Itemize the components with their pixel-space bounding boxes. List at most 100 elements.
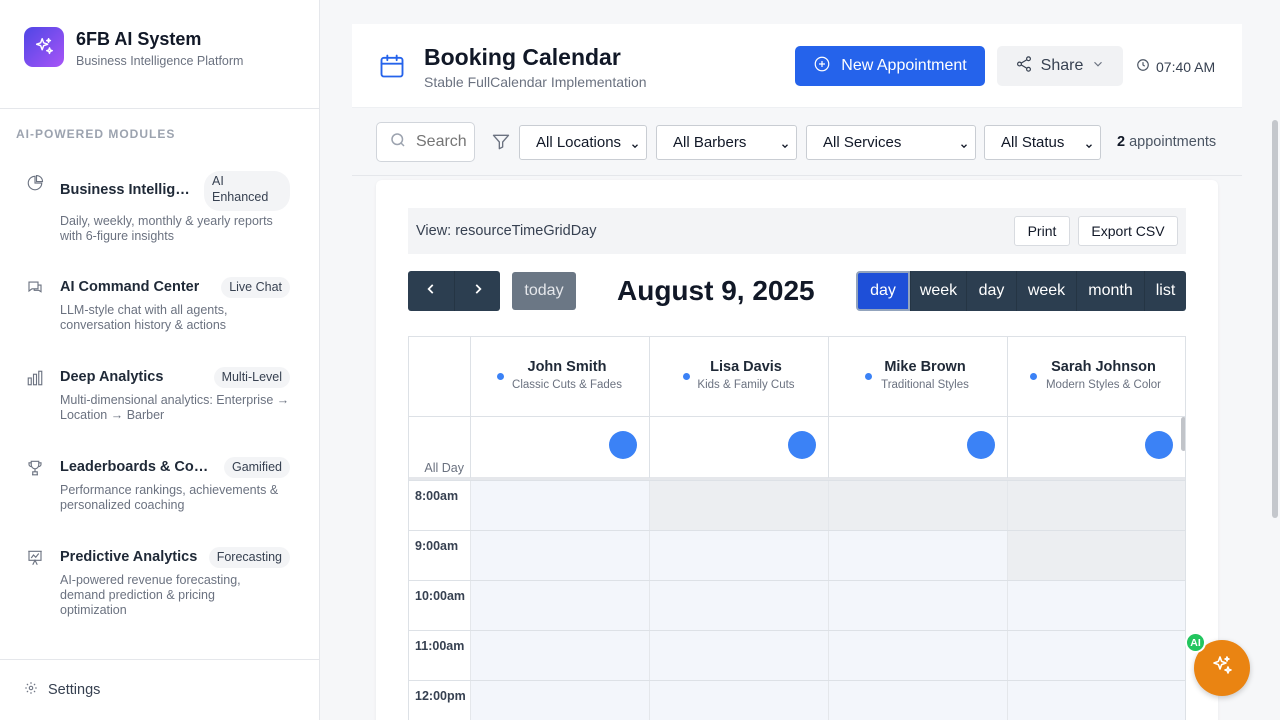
filter-bar: All Locations All Barbers All Services A… <box>352 108 1242 176</box>
view-bar: View: resourceTimeGridDay Print Export C… <box>408 208 1186 254</box>
location-select[interactable]: All Locations <box>519 125 647 160</box>
resource-header-mike-brown[interactable]: Mike Brown Traditional Styles <box>828 337 1007 416</box>
time-slot-cell[interactable] <box>828 581 1007 631</box>
all-day-row: All Day <box>409 416 1185 480</box>
module-badge: Forecasting <box>208 547 290 568</box>
event-dot[interactable] <box>788 431 816 459</box>
view-week-button[interactable]: week <box>910 271 966 311</box>
sparkles-logo-icon <box>24 27 64 67</box>
grid-scrollbar[interactable] <box>1181 417 1185 451</box>
time-slot-cell[interactable] <box>649 531 828 581</box>
brand-subtitle: Business Intelligence Platform <box>76 54 244 68</box>
today-button[interactable]: today <box>512 272 576 310</box>
time-slot-row: 9:00am <box>409 530 1185 581</box>
sidebar: 6FB AI System Business Intelligence Plat… <box>0 0 320 720</box>
page-scrollbar[interactable] <box>1272 120 1278 518</box>
event-dot[interactable] <box>967 431 995 459</box>
export-csv-button[interactable]: Export CSV <box>1078 216 1178 246</box>
service-select[interactable]: All Services <box>806 125 976 160</box>
chevron-right-icon <box>471 282 485 301</box>
resource-name: John Smith <box>527 359 607 375</box>
location-select-value: All Locations <box>536 134 622 151</box>
resource-header-john-smith[interactable]: John Smith Classic Cuts & Fades <box>470 337 649 416</box>
chevron-left-icon <box>424 282 438 301</box>
brand[interactable]: 6FB AI System Business Intelligence Plat… <box>24 27 243 68</box>
status-select[interactable]: All Status <box>984 125 1101 160</box>
module-description: AI-powered revenue forecasting, demand p… <box>60 573 241 617</box>
time-slot-cell[interactable] <box>470 631 649 681</box>
time-slot-cell[interactable] <box>1007 681 1185 720</box>
share-button[interactable]: Share <box>997 46 1123 86</box>
all-day-cell[interactable] <box>470 417 649 478</box>
time-slot-cell[interactable] <box>470 481 649 531</box>
chevron-down-icon <box>1084 138 1094 155</box>
next-button[interactable] <box>454 271 500 311</box>
module-name: Business Intelligen… <box>60 182 196 198</box>
module-badge: Gamified <box>223 457 290 478</box>
time-slot-cell[interactable] <box>828 631 1007 681</box>
time-slot-cell[interactable] <box>649 681 828 720</box>
share-label: Share <box>1040 57 1084 74</box>
event-dot[interactable] <box>609 431 637 459</box>
resource-specialty: Classic Cuts & Fades <box>512 379 622 391</box>
bar-chart-icon <box>26 369 48 391</box>
status-select-value: All Status <box>1001 134 1065 151</box>
view-day-button[interactable]: day <box>856 271 910 311</box>
time-label: 11:00am <box>415 639 465 653</box>
time-slot-cell[interactable] <box>649 631 828 681</box>
module-description: Performance rankings, achievements & per… <box>60 483 279 512</box>
settings-label: Settings <box>48 682 101 698</box>
time-slot-cell[interactable] <box>828 681 1007 720</box>
event-dot[interactable] <box>1145 431 1173 459</box>
appointment-count-number: 2 <box>1117 134 1126 150</box>
appointment-count-label: appointments <box>1129 134 1217 150</box>
time-slot-cell[interactable] <box>1007 581 1185 631</box>
time-label: 9:00am <box>415 539 459 553</box>
all-day-cell[interactable] <box>1007 417 1185 478</box>
settings-link[interactable]: Settings <box>24 681 100 699</box>
clock-icon <box>1136 58 1150 75</box>
time-slot-cell[interactable] <box>1007 481 1185 531</box>
module-leaderboards[interactable]: Leaderboards & Coac… Gamified Performanc… <box>26 457 296 519</box>
page-header: Booking Calendar Stable FullCalendar Imp… <box>352 24 1242 108</box>
section-label: AI-POWERED MODULES <box>16 127 176 141</box>
time-slot-cell[interactable] <box>470 581 649 631</box>
resource-header-sarah-johnson[interactable]: Sarah Johnson Modern Styles & Color <box>1007 337 1185 416</box>
plus-circle-icon <box>813 55 831 78</box>
time-slot-cell[interactable] <box>828 481 1007 531</box>
module-business-intelligence[interactable]: Business Intelligen… AI Enhanced Daily, w… <box>26 171 296 244</box>
time-slot-cell[interactable] <box>470 681 649 720</box>
print-button[interactable]: Print <box>1014 216 1070 246</box>
view-day-button[interactable]: day <box>966 271 1016 311</box>
barber-select[interactable]: All Barbers <box>656 125 797 160</box>
search-icon <box>389 131 407 154</box>
search-field[interactable] <box>376 122 475 162</box>
divider <box>0 659 319 660</box>
view-label: View: resourceTimeGridDay <box>416 223 597 239</box>
new-appointment-button[interactable]: New Appointment <box>795 46 985 86</box>
prev-button[interactable] <box>408 271 454 311</box>
chevron-down-icon <box>1091 57 1105 76</box>
search-input[interactable] <box>416 133 466 151</box>
module-deep-analytics[interactable]: Deep Analytics Multi-Level Multi-dimensi… <box>26 367 296 429</box>
time-slot-cell[interactable] <box>828 531 1007 581</box>
all-day-cell[interactable] <box>649 417 828 478</box>
trophy-icon <box>26 459 48 481</box>
module-description: Daily, weekly, monthly & yearly reports … <box>60 214 273 243</box>
view-list-button[interactable]: list <box>1144 271 1186 311</box>
barber-select-value: All Barbers <box>673 134 747 151</box>
time-slot-cell[interactable] <box>649 481 828 531</box>
time-slot-cell[interactable] <box>1007 531 1185 581</box>
time-slot-cell[interactable] <box>1007 631 1185 681</box>
time-slot-row: 12:00pm <box>409 680 1185 720</box>
time-slot-cell[interactable] <box>649 581 828 631</box>
view-month-button[interactable]: month <box>1076 271 1144 311</box>
resource-header-lisa-davis[interactable]: Lisa Davis Kids & Family Cuts <box>649 337 828 416</box>
filter-icon[interactable] <box>491 132 511 157</box>
module-ai-command-center[interactable]: AI Command Center Live Chat LLM-style ch… <box>26 277 296 339</box>
module-badge: Multi-Level <box>213 367 290 388</box>
view-week-button[interactable]: week <box>1016 271 1076 311</box>
module-predictive-analytics[interactable]: Predictive Analytics Forecasting AI-powe… <box>26 547 296 621</box>
all-day-cell[interactable] <box>828 417 1007 478</box>
time-slot-cell[interactable] <box>470 531 649 581</box>
